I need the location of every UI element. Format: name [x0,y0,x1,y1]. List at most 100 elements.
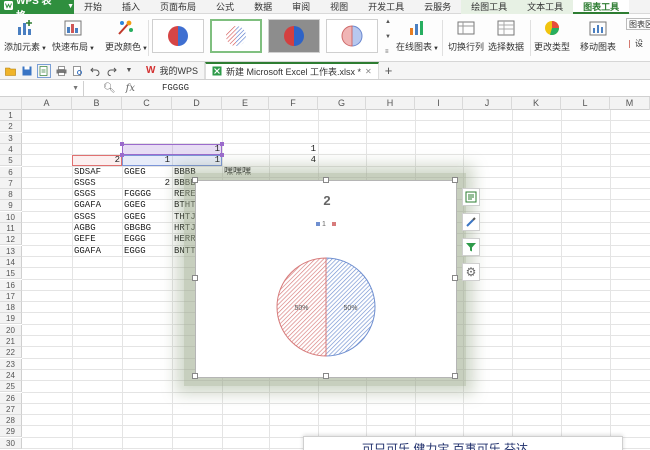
chart-settings-button[interactable]: ⚙ [462,263,480,281]
close-icon[interactable]: ✕ [365,67,372,76]
menu-tab[interactable]: 视图 [320,0,358,14]
chart-style-thumb-3[interactable] [268,19,320,53]
menu-tab[interactable]: 审阅 [282,0,320,14]
column-header[interactable]: K [512,97,561,110]
row-header[interactable]: 7 [0,177,22,189]
menu-tab[interactable]: 绘图工具 [461,0,518,14]
save-icon[interactable] [20,64,34,78]
floating-text-box[interactable]: 可只可乐 健力宝 百事可乐 芬达 [303,436,623,450]
range-handle[interactable] [120,141,124,146]
row-header[interactable]: 20 [0,324,22,336]
menu-tab[interactable]: 图表工具 [573,0,630,14]
pie-chart[interactable]: 2 1 50% 50% [192,177,458,379]
row-header[interactable]: 2 [0,121,22,133]
redo-icon[interactable] [105,64,119,78]
resize-handle[interactable] [452,275,458,281]
online-chart-button[interactable]: 在线图表▼ [396,18,439,58]
add-tab-button[interactable]: + [385,63,393,78]
customize-qa-icon[interactable]: ▼ [122,64,136,78]
row-header[interactable]: 17 [0,290,22,302]
chevron-down-icon[interactable]: ▼ [72,85,79,92]
pie-plot-area[interactable]: 50% 50% [273,254,379,360]
row-header[interactable]: 29 [0,426,22,438]
row-header[interactable]: 25 [0,381,22,393]
menu-tab[interactable]: 云服务 [414,0,461,14]
select-data-button[interactable]: 选择数据 [488,18,524,58]
menu-tab[interactable]: 文本工具 [517,0,574,14]
settings-label[interactable]: 设 [635,39,643,48]
chart-elements-button[interactable] [462,188,480,206]
cell-d5[interactable]: 1 [172,155,222,166]
formula-input[interactable] [154,80,650,96]
row-header[interactable]: 13 [0,245,22,257]
chevron-up-icon[interactable]: ▲ [385,19,393,25]
column-header[interactable]: J [463,97,512,110]
column-header[interactable]: F [269,97,318,110]
row-header[interactable]: 22 [0,347,22,359]
cell-c7[interactable]: 2 [122,178,172,189]
column-header[interactable]: M [610,97,650,110]
column-header[interactable]: G [318,97,366,110]
resize-handle[interactable] [192,275,198,281]
print-icon[interactable] [54,64,68,78]
menu-tab[interactable]: 插入 [112,0,150,14]
column-header[interactable]: I [415,97,463,110]
column-header[interactable]: E [222,97,269,110]
undo-icon[interactable] [88,64,102,78]
tab-workbook[interactable]: 新建 Microsoft Excel 工作表.xlsx * ✕ [204,62,379,79]
row-header[interactable]: 15 [0,268,22,280]
chevron-down-icon[interactable]: ▼ [385,34,393,40]
row-header[interactable]: 21 [0,336,22,347]
resize-handle[interactable] [452,373,458,379]
row-header[interactable]: 23 [0,358,22,370]
row-header[interactable]: 27 [0,403,22,415]
chart-title[interactable]: 2 [196,193,458,208]
resize-handle[interactable] [192,373,198,379]
chart-area-dropdown[interactable]: 图表区 [626,18,650,30]
row-header[interactable]: 18 [0,302,22,314]
cell-d4[interactable]: 1 [172,144,222,155]
chart-legend[interactable]: 1 [196,221,458,228]
column-header[interactable]: L [561,97,610,110]
row-header[interactable]: 11 [0,223,22,234]
row-header[interactable]: 12 [0,234,22,246]
row-header[interactable]: 6 [0,166,22,178]
chart-style-thumb-4[interactable] [326,19,378,53]
row-header[interactable]: 24 [0,369,22,381]
menu-tab[interactable]: 页面布局 [150,0,206,14]
name-box[interactable]: ▼ [0,80,84,96]
resize-handle[interactable] [452,177,458,183]
switch-row-col-button[interactable]: 切换行列 [448,18,484,58]
print-preview-icon[interactable] [71,64,85,78]
resize-handle[interactable] [192,177,198,183]
fx-icon[interactable]: fx [126,83,135,94]
quick-layout-button[interactable]: 快速布局▼ [52,18,95,58]
add-element-button[interactable]: 添加元素▼ [4,18,47,58]
row-header[interactable]: 1 [0,110,22,121]
row-header[interactable]: 14 [0,256,22,268]
chart-filter-button[interactable] [462,238,480,256]
change-color-button[interactable]: 更改颜色▼ [105,18,148,58]
resize-handle[interactable] [323,373,329,379]
change-type-button[interactable]: 更改类型 [534,18,570,58]
column-header[interactable]: D [172,97,222,110]
move-chart-button[interactable]: 移动图表 [580,18,616,58]
cell-f4[interactable]: 1 [269,144,318,155]
row-header[interactable]: 28 [0,415,22,427]
menu-tab[interactable]: 数据 [244,0,282,14]
select-all-corner[interactable] [0,97,22,110]
open-folder-icon[interactable] [3,64,17,78]
menu-tab[interactable]: 公式 [206,0,244,14]
export-pdf-icon[interactable] [37,63,51,78]
gallery-scroll[interactable]: ▲ ▼ ≡ [385,19,393,55]
row-header[interactable]: 10 [0,211,22,223]
row-header[interactable]: 19 [0,313,22,325]
column-header[interactable]: H [366,97,415,110]
cell-f5[interactable]: 4 [269,155,318,166]
app-menu-button[interactable]: WPS 表格 ▼ [0,0,74,22]
zoom-icon[interactable]: 🔍︎ [103,83,116,94]
chart-style-thumb-1[interactable] [152,19,204,53]
menu-tab[interactable]: 开始 [74,0,112,14]
column-header[interactable]: C [122,97,172,110]
row-header[interactable]: 8 [0,189,22,201]
